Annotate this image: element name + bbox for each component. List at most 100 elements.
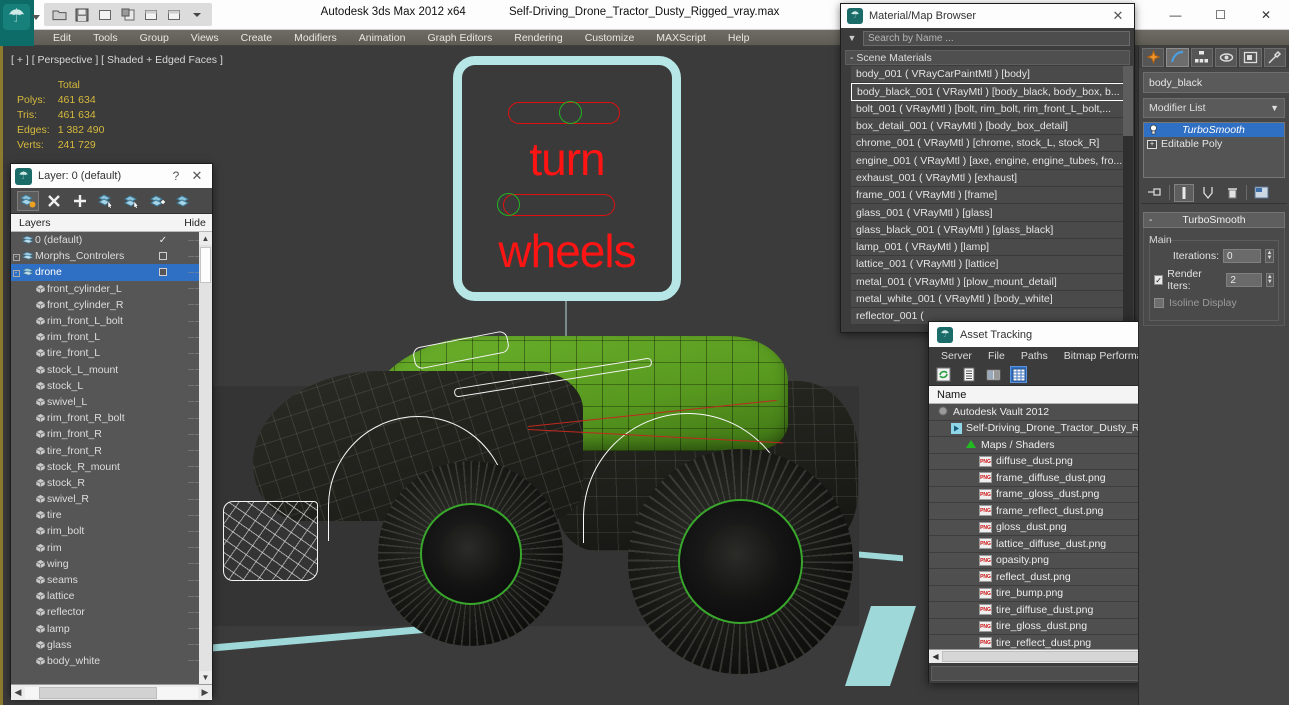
menu-item-animation[interactable]: Animation: [348, 30, 417, 46]
material-row[interactable]: frame_001 ( VRayMtl ) [frame]: [851, 187, 1130, 205]
render-iters-checkbox[interactable]: ✓: [1154, 275, 1164, 285]
material-row[interactable]: chrome_001 ( VRayMtl ) [chrome, stock_L,…: [851, 135, 1130, 153]
layer-row[interactable]: wing ──: [11, 556, 212, 572]
command-panel[interactable]: Modifier List ▼ TurboSmooth + Editable Pol…: [1138, 46, 1289, 705]
layer-row[interactable]: body_white ──: [11, 653, 212, 669]
layer-row[interactable]: - Morphs_Controlers ──: [11, 248, 212, 264]
asset-menu-paths[interactable]: Paths: [1013, 350, 1056, 362]
layer-row[interactable]: rim_front_R ──: [11, 426, 212, 442]
material-browser-close-button[interactable]: ✕: [1105, 8, 1131, 24]
layer-row[interactable]: rim ──: [11, 540, 212, 556]
layer-row[interactable]: stock_R ──: [11, 475, 212, 491]
material-scroll-thumb[interactable]: [1123, 66, 1133, 136]
menu-item-views[interactable]: Views: [180, 30, 230, 46]
asset-menu-server[interactable]: Server: [933, 350, 980, 362]
asset-menu-file[interactable]: File: [980, 350, 1013, 362]
material-search-input[interactable]: Search by Name ...: [863, 30, 1130, 46]
layer-help-button[interactable]: ?: [166, 169, 186, 183]
pin-stack-icon[interactable]: [1145, 184, 1165, 202]
material-row[interactable]: metal_white_001 ( VRayMtl ) [body_white]: [851, 290, 1130, 309]
expand-modifier-icon[interactable]: +: [1147, 139, 1157, 149]
utilities-tab-icon[interactable]: [1263, 47, 1286, 67]
material-row[interactable]: lattice_001 ( VRayMtl ) [lattice]: [851, 256, 1130, 274]
list-view-icon[interactable]: [960, 366, 977, 383]
close-button[interactable]: ✕: [1243, 0, 1289, 30]
material-row[interactable]: exhaust_001 ( VRayMtl ) [exhaust]: [851, 169, 1130, 188]
menu-item-edit[interactable]: Edit: [42, 30, 82, 46]
layer-row[interactable]: stock_R_mount ──: [11, 459, 212, 475]
layer-scroll-down-icon[interactable]: ▼: [199, 671, 212, 684]
layer-close-button[interactable]: ✕: [186, 168, 208, 184]
rollout-collapse-icon[interactable]: -: [1149, 215, 1152, 226]
add-layer-icon[interactable]: [69, 191, 91, 211]
expand-toggle-icon[interactable]: -: [11, 252, 21, 261]
layer-row[interactable]: swivel_L ──: [11, 394, 212, 410]
turbosmooth-rollout-header[interactable]: - TurboSmooth: [1143, 212, 1285, 228]
modifier-stack[interactable]: TurboSmooth + Editable Poly: [1143, 122, 1285, 178]
layer-current-checkbox[interactable]: [148, 268, 178, 277]
layer-hscroll-right-icon[interactable]: ▶: [198, 687, 212, 698]
layer-current-checkbox[interactable]: ✓: [148, 235, 178, 246]
layer-row[interactable]: front_cylinder_L ──: [11, 281, 212, 297]
layer-row[interactable]: rim_front_L_bolt ──: [11, 313, 212, 329]
material-row[interactable]: engine_001 ( VRayMtl ) [axe, engine, eng…: [851, 152, 1130, 170]
menu-item-group[interactable]: Group: [129, 30, 180, 46]
material-row[interactable]: body_black_001 ( VRayMtl ) [body_black, …: [851, 83, 1130, 101]
layer-row[interactable]: reflector ──: [11, 604, 212, 620]
make-unique-icon[interactable]: [1198, 184, 1218, 202]
show-end-result-icon[interactable]: [1174, 183, 1194, 202]
material-row[interactable]: bolt_001 ( VRayMtl ) [bolt, rim_bolt, ri…: [851, 100, 1130, 118]
select-objects-icon[interactable]: [95, 191, 117, 211]
display-tab-icon[interactable]: [1239, 47, 1262, 67]
menu-item-tools[interactable]: Tools: [82, 30, 129, 46]
layer-row[interactable]: rim_bolt ──: [11, 523, 212, 539]
iterations-spinner[interactable]: ▲ ▼: [1265, 249, 1274, 263]
layer-row[interactable]: stock_L ──: [11, 378, 212, 394]
add-selection-icon[interactable]: [147, 191, 169, 211]
menu-item-create[interactable]: Create: [230, 30, 284, 46]
material-row[interactable]: glass_001 ( VRayMtl ) [glass]: [851, 204, 1130, 222]
layer-manager-dialog[interactable]: ☂ Layer: 0 (default) ? ✕ Layers Hide 0 (…: [10, 163, 213, 700]
menu-item-graph-editors[interactable]: Graph Editors: [416, 30, 503, 46]
app-menu-caret-icon[interactable]: [32, 15, 40, 20]
detail-view-icon[interactable]: [985, 366, 1002, 383]
material-row[interactable]: box_detail_001 ( VRayMtl ) [body_box_det…: [851, 117, 1130, 136]
hierarchy-tab-icon[interactable]: [1190, 47, 1213, 67]
layer-row[interactable]: - drone ──: [11, 264, 212, 281]
render-frame-icon[interactable]: [164, 5, 184, 24]
scene-materials-group-header[interactable]: - Scene Materials: [845, 50, 1130, 65]
menu-item-rendering[interactable]: Rendering: [503, 30, 573, 46]
material-map-browser[interactable]: ☂ Material/Map Browser ✕ ▼ Search by Nam…: [840, 3, 1135, 333]
expand-toggle-icon[interactable]: -: [11, 268, 21, 277]
create-tab-icon[interactable]: [1142, 47, 1165, 67]
modifier-stack-row[interactable]: TurboSmooth: [1144, 123, 1284, 137]
delete-layer-icon[interactable]: [43, 191, 65, 211]
motion-tab-icon[interactable]: [1214, 47, 1238, 67]
render-setup-icon[interactable]: [141, 5, 161, 24]
open-icon[interactable]: [49, 5, 69, 24]
material-row[interactable]: glass_black_001 ( VRayMtl ) [glass_black…: [851, 221, 1130, 239]
material-row[interactable]: body_001 ( VRayCarPaintMtl ) [body]: [851, 66, 1130, 84]
layer-row[interactable]: glass ──: [11, 637, 212, 653]
layer-current-checkbox[interactable]: [148, 252, 178, 261]
layer-list[interactable]: 0 (default) ✓ ── - Morphs_Controlers ── - drone…: [11, 232, 212, 684]
qat-dropdown-icon[interactable]: [187, 5, 207, 24]
layer-horizontal-scrollbar[interactable]: ◀ ▶: [11, 684, 212, 700]
modifier-list-dropdown[interactable]: Modifier List ▼: [1143, 98, 1285, 118]
set-current-icon[interactable]: [173, 191, 195, 211]
layer-row[interactable]: tire_front_R ──: [11, 442, 212, 458]
material-row[interactable]: metal_001 ( VRayMtl ) [plow_mount_detail…: [851, 273, 1130, 291]
layer-row[interactable]: tire_front_L ──: [11, 345, 212, 361]
layer-row[interactable]: stock_L_mount ──: [11, 362, 212, 378]
layer-hscroll-thumb[interactable]: [39, 686, 157, 699]
menu-item-customize[interactable]: Customize: [574, 30, 646, 46]
redo-icon[interactable]: [118, 5, 138, 24]
isoline-display-checkbox[interactable]: ✓: [1154, 298, 1164, 308]
render-iters-spinner[interactable]: ▲ ▼: [1265, 273, 1274, 287]
layer-row[interactable]: 0 (default) ✓ ──: [11, 232, 212, 248]
layer-scroll-thumb[interactable]: [200, 247, 211, 283]
minimize-button[interactable]: —: [1153, 0, 1198, 30]
new-layer-icon[interactable]: [17, 190, 39, 211]
search-options-caret-icon[interactable]: ▼: [845, 33, 859, 43]
save-icon[interactable]: [72, 5, 92, 24]
